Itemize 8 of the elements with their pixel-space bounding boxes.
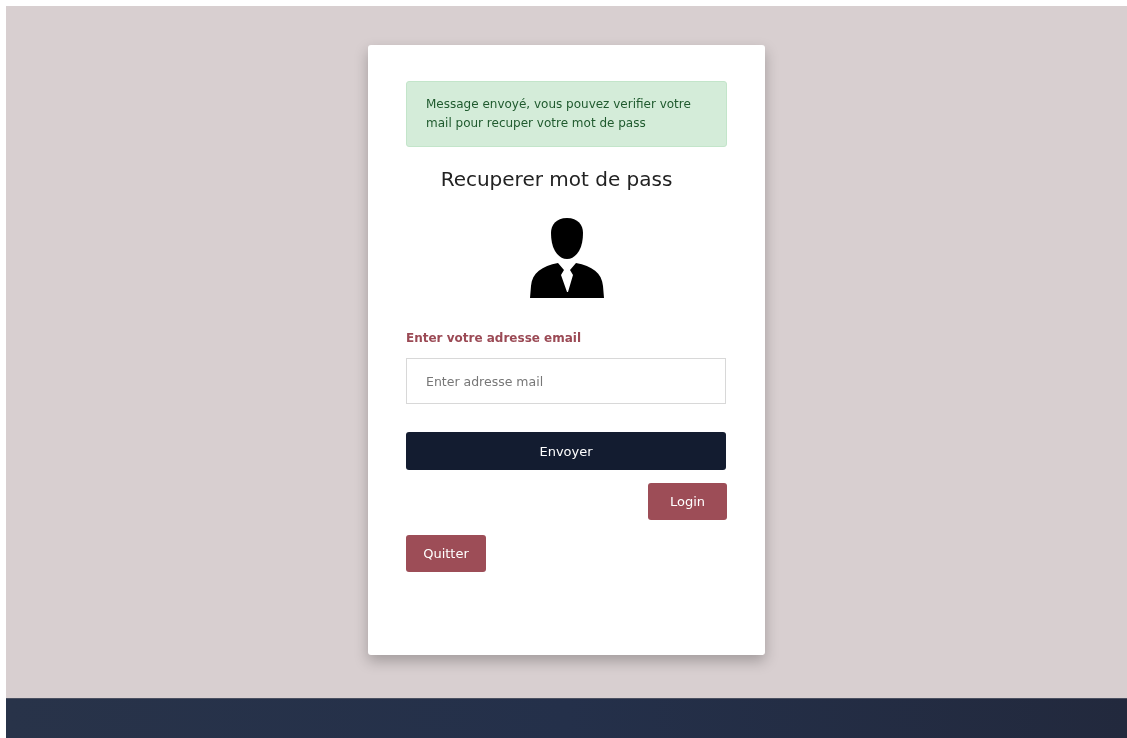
quit-button[interactable]: Quitter <box>406 535 486 572</box>
send-button[interactable]: Envoyer <box>406 432 726 470</box>
user-icon <box>529 218 604 298</box>
success-alert: Message envoyé, vous pouvez verifier votre mail pour recuper votre mot de pass <box>406 81 727 147</box>
form-title: Recuperer mot de pass <box>440 167 673 191</box>
email-label: Enter votre adresse email <box>406 331 582 345</box>
email-field[interactable]: Enter adresse mail <box>406 358 726 404</box>
login-button[interactable]: Login <box>648 483 727 520</box>
